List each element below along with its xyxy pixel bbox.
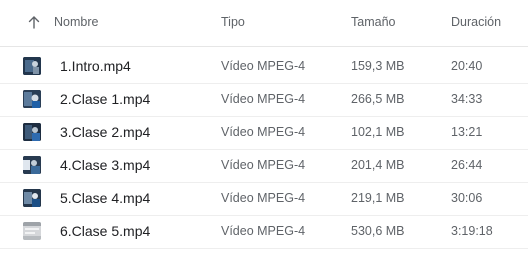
column-header-row: Nombre Tipo Tamaño Duración (0, 0, 528, 47)
file-type: Vídeo MPEG-4 (221, 224, 306, 238)
file-size: 102,1 MB (351, 125, 405, 139)
file-row[interactable]: 3.Clase 2.mp4 Vídeo MPEG-4 102,1 MB 13:2… (0, 116, 528, 150)
file-size: 219,1 MB (351, 191, 405, 205)
file-type: Vídeo MPEG-4 (221, 125, 306, 139)
file-row[interactable]: 2.Clase 1.mp4 Vídeo MPEG-4 266,5 MB 34:3… (0, 83, 528, 117)
video-thumbnail (23, 222, 41, 240)
column-header-duration[interactable]: Duración (451, 15, 501, 29)
video-thumbnail (23, 90, 41, 108)
file-duration: 13:21 (451, 125, 483, 139)
file-duration: 26:44 (451, 158, 483, 172)
video-thumbnail (23, 57, 41, 75)
file-name: 2.Clase 1.mp4 (60, 91, 151, 107)
video-thumbnail (23, 156, 41, 174)
file-name: 6.Clase 5.mp4 (60, 223, 151, 239)
file-row[interactable]: 6.Clase 5.mp4 Vídeo MPEG-4 530,6 MB 3:19… (0, 215, 528, 249)
file-name: 1.Intro.mp4 (60, 58, 131, 74)
file-size: 530,6 MB (351, 224, 405, 238)
file-duration: 20:40 (451, 59, 483, 73)
file-duration: 30:06 (451, 191, 483, 205)
file-size: 201,4 MB (351, 158, 405, 172)
file-type: Vídeo MPEG-4 (221, 158, 306, 172)
file-size: 159,3 MB (351, 59, 405, 73)
file-size: 266,5 MB (351, 92, 405, 106)
file-row[interactable]: 4.Clase 3.mp4 Vídeo MPEG-4 201,4 MB 26:4… (0, 149, 528, 183)
file-name: 4.Clase 3.mp4 (60, 157, 151, 173)
file-duration: 3:19:18 (451, 224, 493, 238)
file-type: Vídeo MPEG-4 (221, 59, 306, 73)
video-thumbnail (23, 189, 41, 207)
column-header-type[interactable]: Tipo (221, 15, 245, 29)
file-name: 3.Clase 2.mp4 (60, 124, 151, 140)
file-type: Vídeo MPEG-4 (221, 191, 306, 205)
file-list: Nombre Tipo Tamaño Duración 1.Intro.mp4 … (0, 0, 528, 249)
video-thumbnail (23, 123, 41, 141)
arrow-up-icon[interactable] (27, 14, 41, 30)
file-row[interactable]: 5.Clase 4.mp4 Vídeo MPEG-4 219,1 MB 30:0… (0, 182, 528, 216)
file-type: Vídeo MPEG-4 (221, 92, 306, 106)
column-header-name[interactable]: Nombre (54, 15, 98, 29)
file-name: 5.Clase 4.mp4 (60, 190, 151, 206)
column-header-size[interactable]: Tamaño (351, 15, 395, 29)
file-row[interactable]: 1.Intro.mp4 Vídeo MPEG-4 159,3 MB 20:40 (0, 50, 528, 84)
file-duration: 34:33 (451, 92, 483, 106)
